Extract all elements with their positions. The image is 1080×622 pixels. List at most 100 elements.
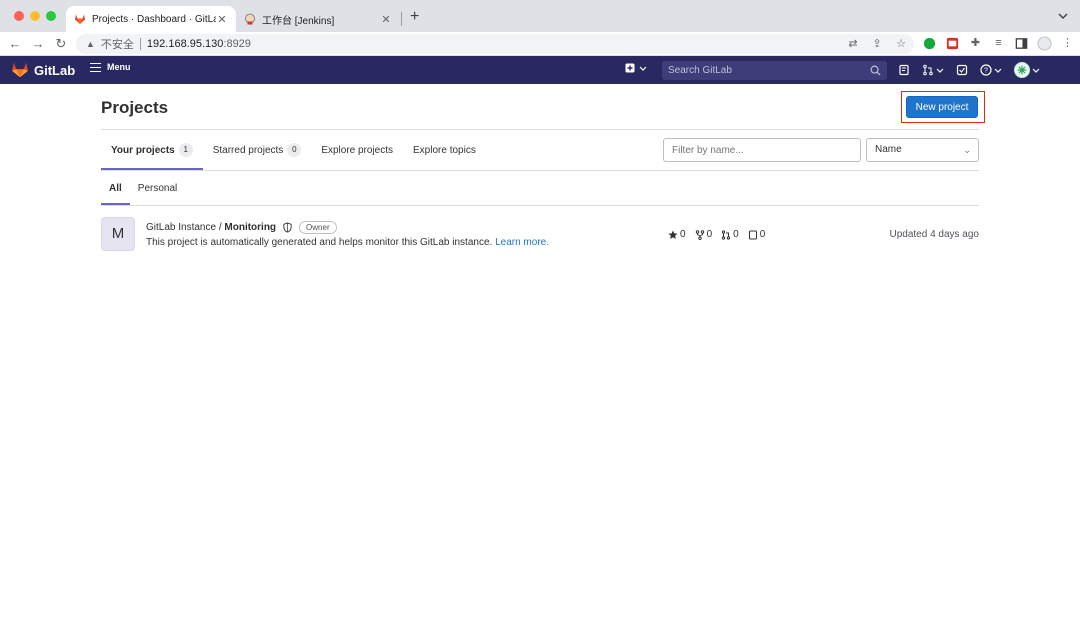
tab-all[interactable]: All: [101, 171, 130, 205]
tab-label: Explore topics: [413, 144, 476, 156]
project-subtabs: All Personal: [101, 171, 185, 205]
description-text: This project is automatically generated …: [146, 237, 496, 248]
tab-label: Starred projects: [212, 144, 284, 156]
chevron-down-icon: [994, 68, 1002, 73]
tab-title: 工作台 [Jenkins]: [262, 15, 335, 27]
help-question-icon: ?: [980, 64, 992, 76]
evernote-extension-icon[interactable]: [922, 36, 937, 51]
merge-request-icon: [722, 229, 731, 240]
bookmark-star-icon[interactable]: ☆: [894, 37, 908, 51]
divider: [101, 170, 979, 171]
tab-separator: [401, 12, 402, 26]
project-row: M GitLab Instance / Monitoring Owner Thi…: [101, 217, 979, 251]
address-bar[interactable]: ▲ 不安全 192.168.95.130 :8929 ⇄ ⇪ ☆: [76, 34, 914, 54]
project-namespace: GitLab Instance /: [146, 222, 225, 233]
help-dropdown[interactable]: ?: [980, 64, 1002, 76]
gitlab-navbar: GitLab Menu Search GitLab ?: [0, 56, 1080, 84]
forks-stat[interactable]: 0: [695, 229, 713, 240]
main-menu-button[interactable]: Menu: [90, 62, 131, 72]
merge-requests-count: 0: [733, 229, 739, 240]
tab-starred-projects[interactable]: Starred projects 0: [203, 130, 312, 170]
back-icon[interactable]: ←: [7, 36, 23, 52]
merge-requests-stat[interactable]: 0: [721, 229, 739, 240]
translate-icon[interactable]: ⇄: [846, 37, 860, 51]
close-tab-icon[interactable]: ✕: [216, 13, 228, 26]
profile-avatar-icon[interactable]: [1037, 36, 1052, 51]
todos-nav-link[interactable]: [956, 64, 968, 76]
filter-by-name-input[interactable]: [663, 138, 861, 162]
gitlab-home-link[interactable]: GitLab: [11, 62, 75, 78]
stars-stat[interactable]: 0: [668, 229, 686, 240]
merge-requests-dropdown[interactable]: [922, 64, 944, 76]
issues-stat[interactable]: 0: [748, 229, 766, 240]
url-port: :8929: [223, 38, 251, 50]
jenkins-favicon-icon: [245, 13, 255, 25]
close-tab-icon[interactable]: ✕: [380, 13, 392, 26]
browser-toolbar: ← → ↻ ▲ 不安全 192.168.95.130 :8929 ⇄ ⇪ ☆ ✚…: [0, 32, 1080, 56]
browser-tab-gitlab[interactable]: Projects · Dashboard · GitLab ✕: [66, 6, 236, 32]
maximize-window-button[interactable]: [46, 11, 56, 21]
url-host: 192.168.95.130: [146, 38, 224, 50]
page-title: Projects: [101, 98, 169, 117]
highlight-box: New project: [901, 91, 985, 123]
count-badge: 0: [287, 143, 302, 157]
search-icon: [870, 65, 881, 76]
project-name: Monitoring: [224, 222, 277, 233]
forks-count: 0: [706, 229, 713, 240]
chevron-down-icon: [936, 68, 944, 73]
close-window-button[interactable]: [14, 11, 24, 21]
reload-icon[interactable]: ↻: [53, 36, 69, 52]
tab-title: Projects · Dashboard · GitLab: [92, 13, 216, 25]
browser-tab-strip: Projects · Dashboard · GitLab ✕ 工作台 [Jen…: [0, 0, 1080, 32]
issues-icon: [899, 64, 909, 76]
new-tab-icon[interactable]: +: [410, 9, 419, 25]
project-tabs: Your projects 1 Starred projects 0 Explo…: [101, 130, 486, 170]
svg-text:?: ?: [984, 68, 988, 75]
project-title: GitLab Instance / Monitoring Owner: [146, 221, 337, 234]
reading-list-icon[interactable]: ≡: [991, 36, 1006, 51]
project-avatar[interactable]: M: [101, 217, 135, 251]
chevron-down-icon[interactable]: [1058, 11, 1068, 21]
sort-label: Name: [875, 144, 902, 155]
project-description: This project is automatically generated …: [146, 237, 549, 248]
tab-personal[interactable]: Personal: [130, 171, 185, 205]
search-placeholder: Search GitLab: [668, 65, 732, 76]
side-panel-icon[interactable]: [1014, 36, 1029, 51]
role-badge: Owner: [299, 221, 337, 234]
fork-icon: [695, 229, 704, 240]
brand-name: GitLab: [34, 62, 76, 78]
gitlab-logo-icon: [12, 62, 28, 78]
issues-nav-link[interactable]: [898, 64, 910, 76]
minimize-window-button[interactable]: [30, 11, 40, 21]
issues-icon: [748, 230, 757, 239]
browser-menu-icon[interactable]: ⋮: [1060, 36, 1075, 51]
warning-icon[interactable]: ▲: [86, 39, 95, 49]
search-input[interactable]: Search GitLab: [662, 61, 887, 80]
chevron-down-icon: [1032, 68, 1040, 73]
tab-your-projects[interactable]: Your projects 1: [101, 130, 203, 170]
tab-explore-topics[interactable]: Explore topics: [403, 130, 486, 170]
share-icon[interactable]: ⇪: [870, 37, 884, 51]
merge-request-icon: [923, 64, 933, 76]
forward-icon[interactable]: →: [30, 36, 46, 52]
divider: [101, 205, 979, 206]
plus-square-icon: [625, 63, 635, 73]
project-stats: 0 0 0 0: [668, 229, 765, 240]
tab-label: Your projects: [111, 144, 175, 156]
learn-more-link[interactable]: Learn more.: [495, 237, 549, 248]
project-link[interactable]: GitLab Instance / Monitoring: [146, 222, 276, 233]
shield-icon: [283, 222, 292, 233]
new-project-button[interactable]: New project: [906, 96, 978, 118]
star-icon: [668, 230, 678, 239]
tab-explore-projects[interactable]: Explore projects: [311, 130, 403, 170]
browser-tab-jenkins[interactable]: 工作台 [Jenkins] ✕: [236, 6, 400, 32]
chevron-down-icon: ⌄: [963, 145, 971, 155]
fe-extension-icon[interactable]: [945, 36, 960, 51]
user-menu-dropdown[interactable]: [1014, 62, 1040, 78]
todo-check-icon: [956, 64, 968, 76]
sort-dropdown[interactable]: Name ⌄: [866, 138, 979, 162]
extensions-puzzle-icon[interactable]: ✚: [968, 36, 983, 51]
menu-label: Menu: [107, 62, 131, 72]
create-new-dropdown[interactable]: [625, 63, 647, 73]
issues-count: 0: [759, 229, 766, 240]
